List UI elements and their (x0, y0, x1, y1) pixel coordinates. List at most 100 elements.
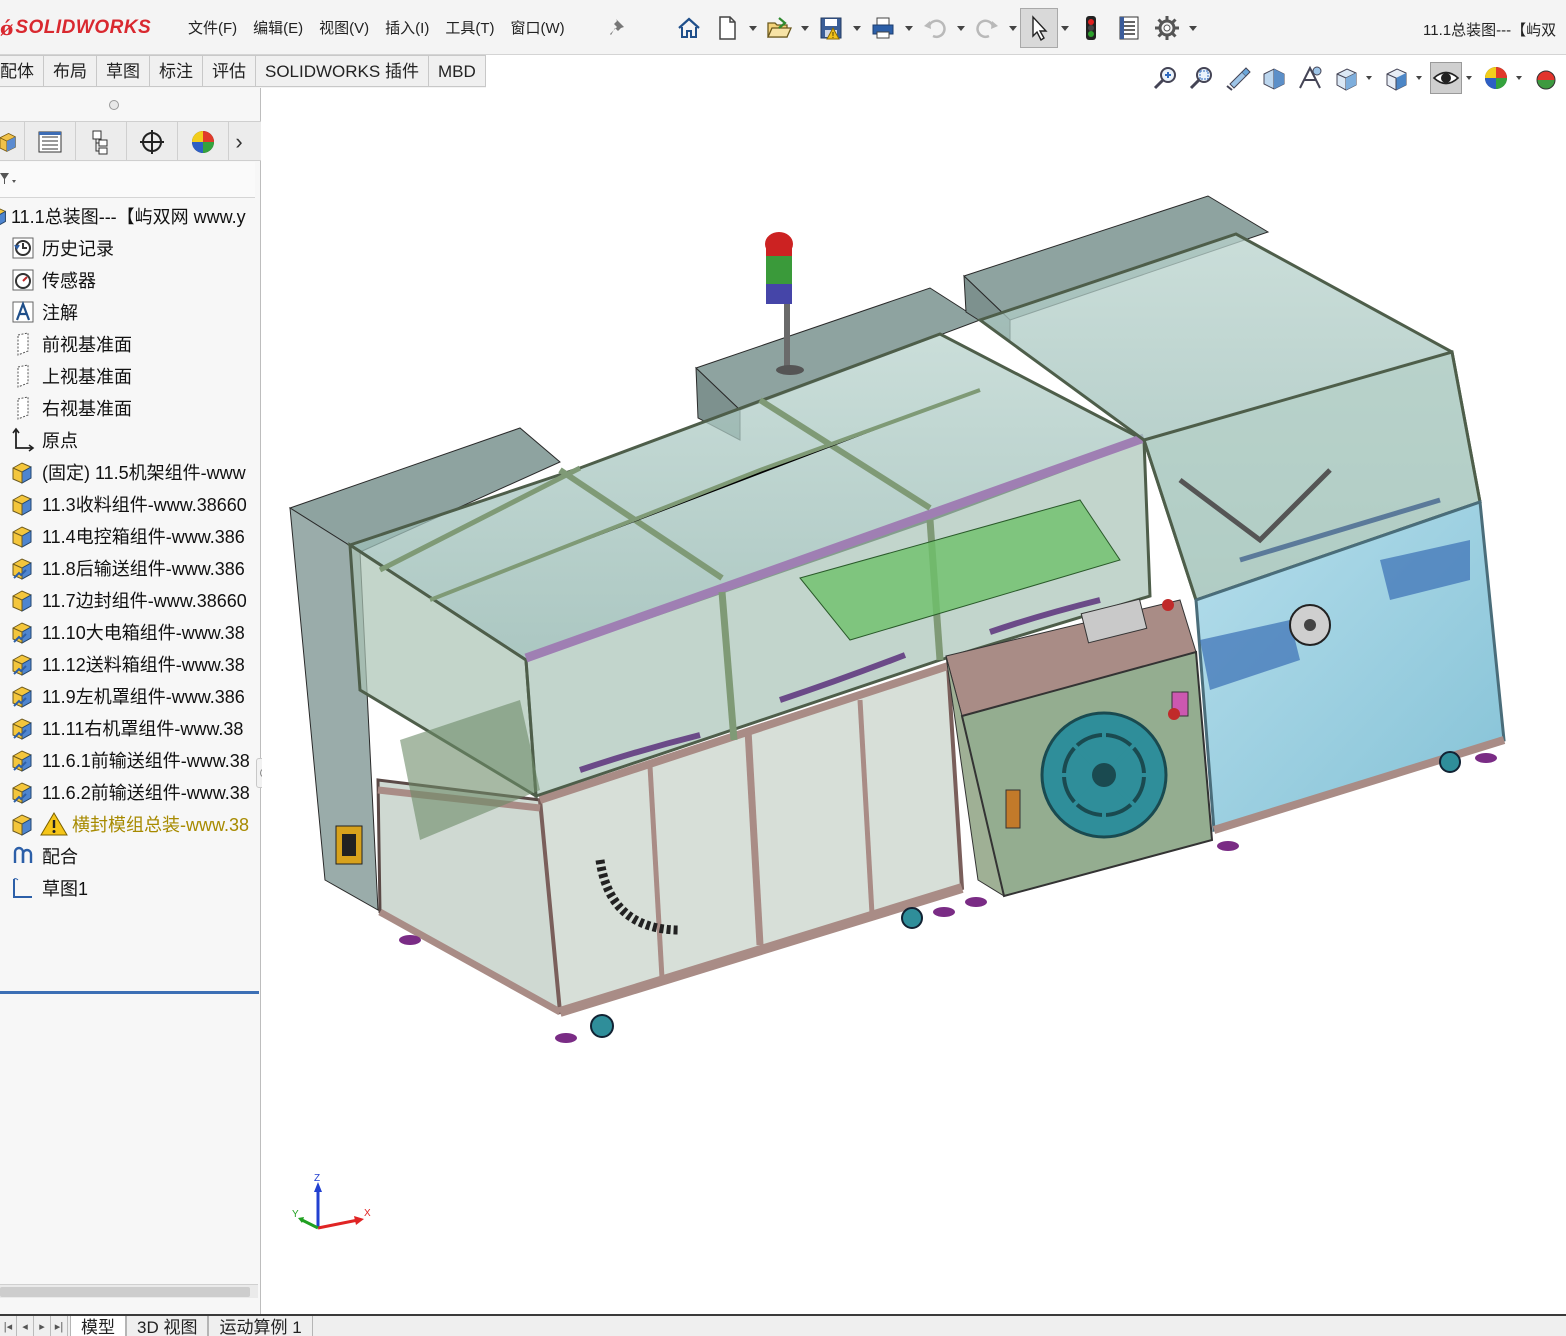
tab-markup[interactable]: 标注 (150, 55, 203, 87)
view-orientation-dropdown-icon[interactable] (1366, 62, 1376, 94)
tab-model[interactable]: 模型 (70, 1316, 126, 1336)
rebuild-traffic-light-icon[interactable] (1072, 8, 1110, 48)
home-icon[interactable] (670, 8, 708, 48)
edit-appearance-dropdown-icon[interactable] (1516, 62, 1526, 94)
tree-item[interactable]: 横封模组总装-www.38 (0, 808, 260, 840)
hide-show-dropdown-icon[interactable] (1466, 62, 1476, 94)
menu-tools[interactable]: 工具(T) (437, 17, 502, 41)
options-dropdown-icon[interactable] (1186, 8, 1200, 48)
apply-scene-icon[interactable] (1530, 62, 1562, 94)
previous-view-icon[interactable] (1222, 62, 1254, 94)
tree-item[interactable]: 前视基准面 (0, 328, 260, 360)
menu-edit[interactable]: 编辑(E) (245, 17, 311, 41)
tree-item[interactable]: 11.6.2前输送组件-www.38 (0, 776, 260, 808)
dimxpertmanager-tab[interactable] (127, 122, 178, 161)
menu-file[interactable]: 文件(F) (180, 17, 245, 41)
tab-layout[interactable]: 布局 (44, 55, 97, 87)
dynamic-annotation-icon[interactable] (1294, 62, 1326, 94)
zoom-to-area-icon[interactable] (1186, 62, 1218, 94)
tree-item[interactable]: 草图1 (0, 872, 260, 904)
menu-insert[interactable]: 插入(I) (377, 17, 437, 41)
undo-dropdown-icon[interactable] (954, 8, 968, 48)
assembly-flex-icon (8, 554, 38, 582)
tree-item[interactable]: 右视基准面 (0, 392, 260, 424)
select-cursor-icon[interactable] (1020, 8, 1058, 48)
tab-evaluate[interactable]: 评估 (203, 55, 256, 87)
print-dropdown-icon[interactable] (902, 8, 916, 48)
menu-window[interactable]: 窗口(W) (502, 17, 572, 41)
displaymanager-tab[interactable] (178, 122, 229, 161)
tree-filter[interactable] (0, 162, 255, 198)
plane-icon (8, 394, 38, 422)
zoom-to-fit-icon[interactable] (1150, 62, 1182, 94)
display-style-icon[interactable] (1380, 62, 1412, 94)
tab-3d-views[interactable]: 3D 视图 (126, 1316, 209, 1336)
tree-item[interactable]: 11.11右机罩组件-www.38 (0, 712, 260, 744)
undo-icon[interactable] (916, 8, 954, 48)
first-tab-arrow-icon[interactable]: |◂ (0, 1316, 17, 1336)
plane-icon (8, 330, 38, 358)
tree-item[interactable]: (固定) 11.5机架组件-www (0, 456, 260, 488)
view-orientation-icon[interactable] (1330, 62, 1362, 94)
assembly-model-view[interactable] (262, 96, 1566, 1312)
tree-item[interactable]: 注解 (0, 296, 260, 328)
triad-x-label: X (364, 1208, 371, 1219)
new-document-icon[interactable] (708, 8, 746, 48)
print-icon[interactable] (864, 8, 902, 48)
pin-menu-icon[interactable] (608, 16, 630, 38)
redo-dropdown-icon[interactable] (1006, 8, 1020, 48)
tree-item[interactable]: 11.4电控箱组件-www.386 (0, 520, 260, 552)
rollback-bar[interactable] (0, 991, 259, 994)
solidworks-wordmark: SOLIDWORKS (15, 17, 152, 38)
panel-horizontal-scrollbar[interactable] (0, 1284, 258, 1298)
tree-item[interactable]: 11.10大电箱组件-www.38 (0, 616, 260, 648)
propertymanager-tab[interactable] (25, 122, 76, 161)
last-tab-arrow-icon[interactable]: ▸| (51, 1316, 68, 1336)
tab-sketch[interactable]: 草图 (97, 55, 150, 87)
tree-item[interactable]: 11.9左机罩组件-www.386 (0, 680, 260, 712)
options-gear-icon[interactable] (1148, 8, 1186, 48)
save-icon[interactable]: ! (812, 8, 850, 48)
display-style-dropdown-icon[interactable] (1416, 62, 1426, 94)
featuremanager-tab[interactable] (0, 122, 25, 161)
hide-show-items-icon[interactable] (1430, 62, 1462, 94)
tab-assembly[interactable]: 配体 (0, 55, 44, 87)
select-dropdown-icon[interactable] (1058, 8, 1072, 48)
configurationmanager-tab[interactable] (76, 122, 127, 161)
tab-motion-study[interactable]: 运动算例 1 (208, 1316, 313, 1336)
open-dropdown-icon[interactable] (798, 8, 812, 48)
tree-item[interactable]: 11.6.1前输送组件-www.38 (0, 744, 260, 776)
tree-root-label: 11.1总装图---【屿双网 www.y (11, 207, 246, 227)
section-view-icon[interactable] (1258, 62, 1290, 94)
tab-solidworks-addins[interactable]: SOLIDWORKS 插件 (256, 55, 429, 87)
tree-item[interactable]: 配合 (0, 840, 260, 872)
prev-tab-arrow-icon[interactable]: ◂ (17, 1316, 34, 1336)
next-tab-arrow-icon[interactable]: ▸ (34, 1316, 51, 1336)
new-document-dropdown-icon[interactable] (746, 8, 760, 48)
tree-item[interactable]: 11.3收料组件-www.38660 (0, 488, 260, 520)
open-icon[interactable] (760, 8, 798, 48)
redo-icon[interactable] (968, 8, 1006, 48)
edit-appearance-icon[interactable] (1480, 62, 1512, 94)
tree-item[interactable]: 11.8后输送组件-www.386 (0, 552, 260, 584)
file-properties-icon[interactable] (1110, 8, 1148, 48)
more-tabs-chevron-icon[interactable]: › (229, 122, 249, 161)
tree-item-label: 前视基准面 (42, 335, 132, 355)
solidworks-logo[interactable]: ǿ SOLIDWORKS (0, 14, 151, 42)
tree-item[interactable]: 原点 (0, 424, 260, 456)
tree-item[interactable]: 传感器 (0, 264, 260, 296)
filter-icon[interactable] (0, 172, 20, 188)
heads-up-view-toolbar (1150, 60, 1562, 96)
tree-item[interactable]: 11.12送料箱组件-www.38 (0, 648, 260, 680)
graphics-area[interactable] (262, 96, 1566, 1312)
save-dropdown-icon[interactable] (850, 8, 864, 48)
tab-mbd[interactable]: MBD (428, 55, 486, 87)
menu-view[interactable]: 视图(V) (311, 17, 377, 41)
tree-item[interactable]: 历史记录 (0, 232, 260, 264)
tree-root-assembly[interactable]: 11.1总装图---【屿双网 www.y (0, 200, 260, 232)
panel-collapse-handle[interactable] (109, 100, 119, 110)
tree-item[interactable]: 上视基准面 (0, 360, 260, 392)
assembly-icon (8, 522, 38, 550)
tree-item[interactable]: 11.7边封组件-www.38660 (0, 584, 260, 616)
scrollbar-thumb[interactable] (0, 1287, 250, 1297)
